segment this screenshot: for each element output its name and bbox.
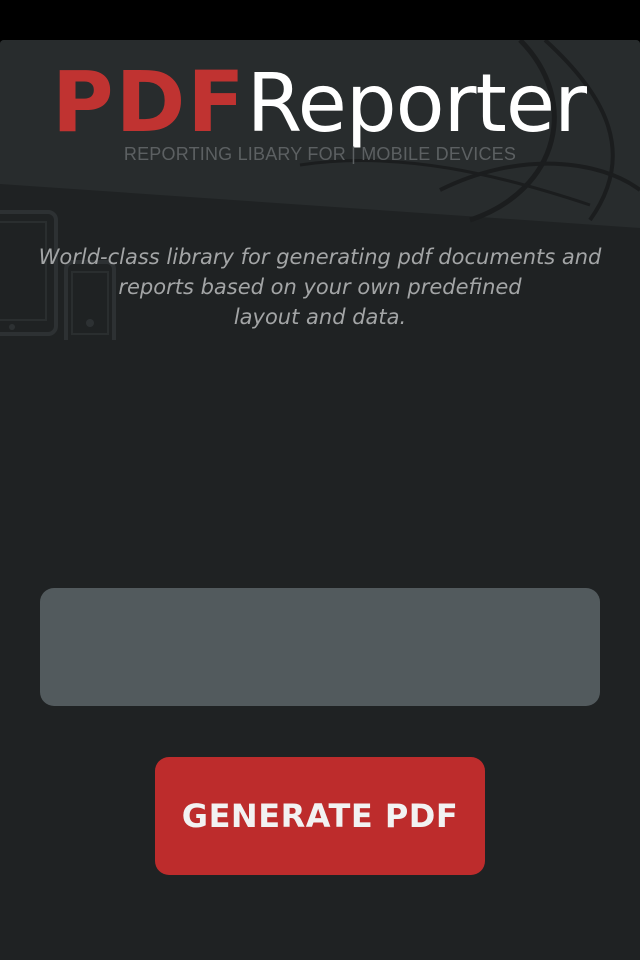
app-screen: PDFReporter REPORTING LIBARY FOR | MOBIL… xyxy=(0,40,640,960)
description-line: reports based on your own predefined xyxy=(118,275,522,299)
description-line: World-class library for generating pdf d… xyxy=(38,245,602,269)
app-description: World-class library for generating pdf d… xyxy=(30,242,610,332)
report-input-field[interactable] xyxy=(40,588,600,706)
generate-pdf-button[interactable]: GENERATE PDF xyxy=(155,757,485,875)
logo-pdf-text: PDF xyxy=(52,53,247,151)
logo-reporter-text: Reporter xyxy=(246,57,587,150)
status-bar xyxy=(0,0,640,40)
description-line: layout and data. xyxy=(233,305,407,329)
app-tagline: REPORTING LIBARY FOR | MOBILE DEVICES xyxy=(123,144,517,164)
